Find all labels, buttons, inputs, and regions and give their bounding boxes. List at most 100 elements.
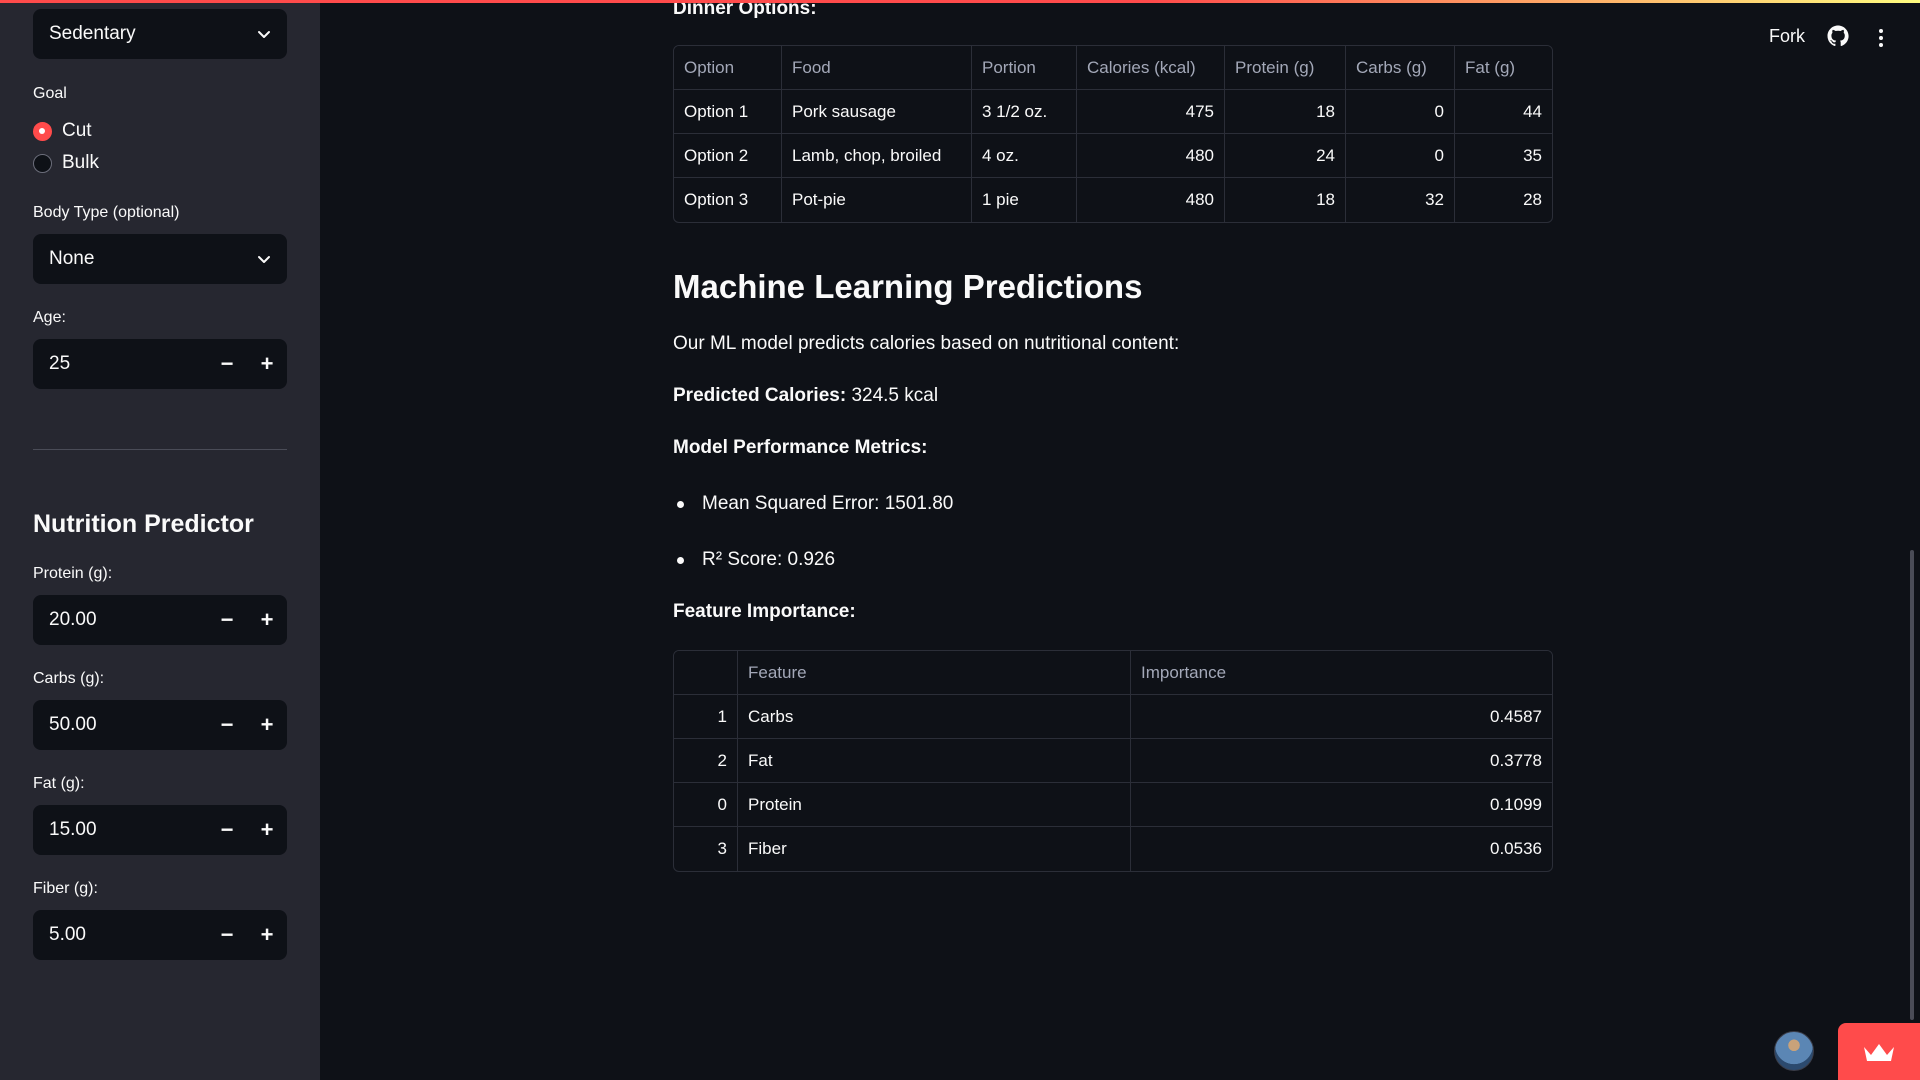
table-cell[interactable]: 18 bbox=[1225, 90, 1346, 134]
table-cell[interactable]: 0.3778 bbox=[1131, 739, 1552, 783]
radio-unchecked-icon[interactable] bbox=[33, 153, 52, 173]
table-cell[interactable]: 28 bbox=[1455, 178, 1552, 222]
predicted-calories-text: Predicted Calories: 324.5 kcal bbox=[673, 385, 938, 407]
goal-option-label: Bulk bbox=[62, 152, 99, 173]
table-cell[interactable]: 0 bbox=[1346, 134, 1455, 178]
increment-button[interactable]: + bbox=[247, 805, 287, 855]
top-decoration-bar bbox=[0, 0, 1920, 3]
goal-option-cut[interactable]: Cut bbox=[33, 120, 92, 142]
goal-option-bulk[interactable]: Bulk bbox=[33, 152, 99, 174]
streamlit-badge-button[interactable] bbox=[1838, 1023, 1920, 1080]
predicted-calories-value: 324.5 kcal bbox=[846, 385, 939, 406]
table-cell[interactable]: Carbs bbox=[738, 695, 1131, 739]
activity-level-select[interactable]: Sedentary bbox=[33, 9, 287, 59]
fiber-stepper[interactable]: 5.00 − + bbox=[33, 910, 287, 960]
fork-button[interactable]: Fork bbox=[1769, 26, 1805, 47]
column-header[interactable]: Food bbox=[782, 46, 972, 90]
dinner-options-heading: Dinner Options: bbox=[673, 0, 817, 19]
dinner-options-table: Option Food Portion Calories (kcal) Prot… bbox=[673, 45, 1553, 223]
column-header[interactable]: Calories (kcal) bbox=[1077, 46, 1225, 90]
table-cell[interactable]: Option 3 bbox=[674, 178, 782, 222]
age-input[interactable]: 25 bbox=[33, 353, 207, 375]
carbs-stepper[interactable]: 50.00 − + bbox=[33, 700, 287, 750]
column-header[interactable]: Portion bbox=[972, 46, 1077, 90]
table-cell[interactable]: 18 bbox=[1225, 178, 1346, 222]
ml-predictions-heading: Machine Learning Predictions bbox=[673, 268, 1143, 305]
table-row: 2 Fat 0.3778 bbox=[674, 739, 1552, 783]
decrement-button[interactable]: − bbox=[207, 700, 247, 750]
predicted-calories-label: Predicted Calories: bbox=[673, 385, 847, 406]
table-cell[interactable]: 3 1/2 oz. bbox=[972, 90, 1077, 134]
body-type-select[interactable]: None bbox=[33, 234, 287, 284]
increment-button[interactable]: + bbox=[247, 700, 287, 750]
more-vertical-icon[interactable] bbox=[1873, 26, 1889, 50]
table-cell[interactable]: Protein bbox=[738, 783, 1131, 827]
increment-button[interactable]: + bbox=[247, 339, 287, 389]
fat-label: Fat (g): bbox=[33, 775, 85, 792]
table-cell[interactable]: 475 bbox=[1077, 90, 1225, 134]
goal-label: Goal bbox=[33, 85, 67, 102]
table-header-row: Feature Importance bbox=[674, 651, 1552, 695]
column-header[interactable]: Option bbox=[674, 46, 782, 90]
column-header[interactable]: Carbs (g) bbox=[1346, 46, 1455, 90]
feature-importance-table: Feature Importance 1 Carbs 0.4587 2 Fat … bbox=[673, 650, 1553, 872]
table-cell[interactable]: Pot-pie bbox=[782, 178, 972, 222]
feature-importance-heading: Feature Importance: bbox=[673, 601, 856, 622]
fiber-input[interactable]: 5.00 bbox=[33, 924, 207, 946]
row-index: 1 bbox=[674, 695, 738, 739]
decrement-button[interactable]: − bbox=[207, 595, 247, 645]
decrement-button[interactable]: − bbox=[207, 805, 247, 855]
carbs-label: Carbs (g): bbox=[33, 670, 105, 687]
table-cell[interactable]: 44 bbox=[1455, 90, 1552, 134]
table-cell[interactable]: 1 pie bbox=[972, 178, 1077, 222]
protein-stepper[interactable]: 20.00 − + bbox=[33, 595, 287, 645]
column-header[interactable]: Protein (g) bbox=[1225, 46, 1346, 90]
row-index: 2 bbox=[674, 739, 738, 783]
table-row: 1 Carbs 0.4587 bbox=[674, 695, 1552, 739]
avatar[interactable] bbox=[1774, 1031, 1814, 1071]
table-cell[interactable]: 4 oz. bbox=[972, 134, 1077, 178]
carbs-input[interactable]: 50.00 bbox=[33, 714, 207, 736]
table-cell[interactable]: Lamb, chop, broiled bbox=[782, 134, 972, 178]
decrement-button[interactable]: − bbox=[207, 339, 247, 389]
protein-input[interactable]: 20.00 bbox=[33, 609, 207, 631]
table-row: 3 Fiber 0.0536 bbox=[674, 827, 1552, 871]
fat-input[interactable]: 15.00 bbox=[33, 819, 207, 841]
chevron-down-icon bbox=[258, 256, 270, 263]
activity-level-value: Sedentary bbox=[49, 23, 136, 44]
fat-stepper[interactable]: 15.00 − + bbox=[33, 805, 287, 855]
increment-button[interactable]: + bbox=[247, 910, 287, 960]
column-header[interactable]: Importance bbox=[1131, 651, 1552, 695]
ml-intro-text: Our ML model predicts calories based on … bbox=[673, 333, 1180, 354]
table-cell[interactable]: 480 bbox=[1077, 134, 1225, 178]
table-cell[interactable]: Fat bbox=[738, 739, 1131, 783]
github-icon[interactable] bbox=[1826, 24, 1850, 48]
increment-button[interactable]: + bbox=[247, 595, 287, 645]
table-cell[interactable]: 24 bbox=[1225, 134, 1346, 178]
protein-label: Protein (g): bbox=[33, 565, 113, 582]
nutrition-predictor-heading: Nutrition Predictor bbox=[33, 510, 254, 538]
decrement-button[interactable]: − bbox=[207, 910, 247, 960]
column-header[interactable]: Feature bbox=[738, 651, 1131, 695]
table-cell[interactable]: 0 bbox=[1346, 90, 1455, 134]
row-index: 3 bbox=[674, 827, 738, 871]
table-row: Option 3 Pot-pie 1 pie 480 18 32 28 bbox=[674, 178, 1552, 222]
table-cell[interactable]: Fiber bbox=[738, 827, 1131, 871]
table-cell[interactable]: 0.0536 bbox=[1131, 827, 1552, 871]
radio-checked-icon[interactable] bbox=[33, 121, 52, 141]
list-item: R² Score: 0.926 bbox=[673, 548, 953, 604]
table-cell[interactable]: 0.4587 bbox=[1131, 695, 1552, 739]
table-cell[interactable]: Pork sausage bbox=[782, 90, 972, 134]
column-header[interactable]: Fat (g) bbox=[1455, 46, 1552, 90]
row-index: 0 bbox=[674, 783, 738, 827]
table-cell[interactable]: 32 bbox=[1346, 178, 1455, 222]
table-cell[interactable]: 480 bbox=[1077, 178, 1225, 222]
page-scrollbar[interactable] bbox=[1910, 550, 1914, 1020]
table-cell[interactable]: 35 bbox=[1455, 134, 1552, 178]
table-cell[interactable]: Option 2 bbox=[674, 134, 782, 178]
table-cell[interactable]: Option 1 bbox=[674, 90, 782, 134]
age-stepper[interactable]: 25 − + bbox=[33, 339, 287, 389]
metrics-heading: Model Performance Metrics: bbox=[673, 437, 928, 458]
table-cell[interactable]: 0.1099 bbox=[1131, 783, 1552, 827]
table-row: Option 2 Lamb, chop, broiled 4 oz. 480 2… bbox=[674, 134, 1552, 178]
